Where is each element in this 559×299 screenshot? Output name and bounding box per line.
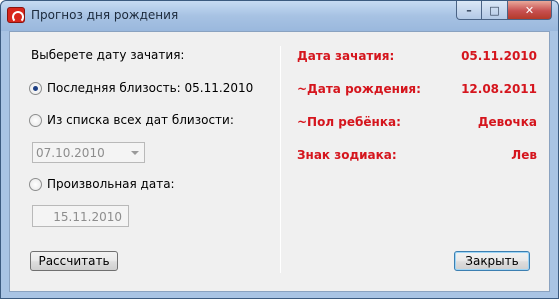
caption-buttons: – □ ✕ — [456, 1, 552, 20]
radio-from-list-label[interactable]: Из списка всех дат близости: — [47, 113, 234, 127]
radio-last-intimacy[interactable] — [29, 82, 42, 95]
conception-prompt: Выберете дату зачатия: — [31, 48, 185, 62]
maximize-button[interactable]: □ — [482, 1, 508, 20]
close-icon: ✕ — [524, 3, 535, 17]
custom-date-input[interactable]: 15.11.2010 — [32, 205, 129, 227]
radio-custom-date[interactable] — [29, 178, 42, 191]
radio-from-list[interactable] — [29, 114, 42, 127]
maximize-icon: □ — [489, 3, 500, 17]
radio-last-intimacy-label[interactable]: Последняя близость: 05.11.2010 — [47, 81, 253, 95]
birth-date-value: 12.08.2011 — [461, 82, 537, 96]
birth-date-label: ~Дата рождения: — [297, 82, 421, 96]
panel-divider — [280, 46, 281, 273]
dialog-body: Выберете дату зачатия: Последняя близост… — [9, 31, 550, 292]
window-title: Прогноз дня рождения — [31, 8, 179, 22]
minimize-icon: – — [466, 3, 472, 17]
calculate-button[interactable]: Рассчитать — [30, 251, 118, 271]
zodiac-sign-label: Знак зодиака: — [297, 148, 397, 162]
close-window-button[interactable]: ✕ — [508, 1, 552, 20]
conception-date-label: Дата зачатия: — [297, 49, 395, 63]
app-icon — [7, 7, 25, 23]
baby-sex-label: ~Пол ребёнка: — [297, 115, 401, 129]
minimize-button[interactable]: – — [456, 1, 482, 20]
conception-date-value: 05.11.2010 — [461, 49, 537, 63]
app-window: Прогноз дня рождения – □ ✕ Выберете дату… — [0, 0, 559, 299]
close-button[interactable]: Закрыть — [454, 251, 530, 271]
radio-custom-date-label[interactable]: Произвольная дата: — [47, 177, 175, 191]
dropdown-selected-value: 07.10.2010 — [36, 146, 105, 160]
zodiac-sign-value: Лев — [511, 148, 537, 162]
intimacy-dates-dropdown[interactable]: 07.10.2010 — [32, 142, 145, 163]
baby-sex-value: Девочка — [477, 115, 537, 129]
title-bar[interactable]: Прогноз дня рождения – □ ✕ — [1, 1, 558, 31]
chevron-down-icon[interactable] — [131, 151, 139, 155]
